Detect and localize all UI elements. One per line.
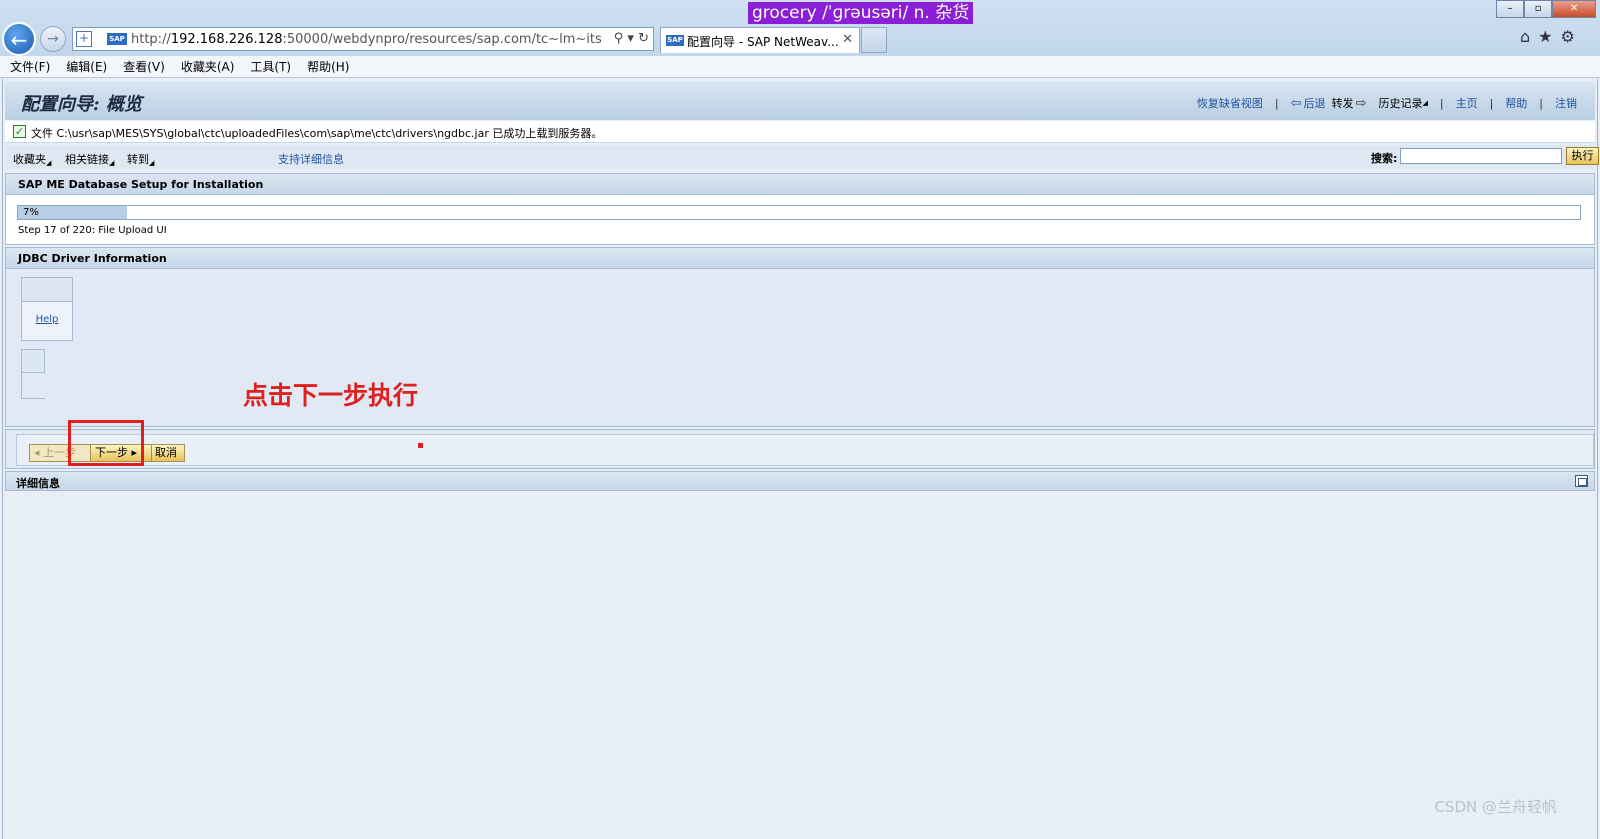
address-tools: ⚲ ▾ ↻ xyxy=(613,31,649,46)
back-arrow-icon: ⇦ xyxy=(1290,95,1302,111)
page-header: 配置向导: 概览 恢复缺省视图 | ⇦ 后退 转发 ⇨ 历史记录 ◢ | 主页 … xyxy=(5,82,1595,120)
back-arrow-icon[interactable]: ← xyxy=(2,22,36,56)
home-icon[interactable]: ⌂ xyxy=(1520,27,1530,46)
header-links: 恢复缺省视图 | ⇦ 后退 转发 ⇨ 历史记录 ◢ | 主页 | 帮助 | 注销 xyxy=(1196,95,1577,111)
empty-box xyxy=(21,349,45,373)
left-triangle-icon: ◂ xyxy=(34,446,40,459)
dropdown-triangle-icon: ◢ xyxy=(1422,99,1428,107)
related-links-menu[interactable]: 相关链接◢ xyxy=(65,151,114,167)
details-panel xyxy=(5,491,1595,837)
page-toolbar: 收藏夹◢ 相关链接◢ 转到◢ 支持详细信息 搜索: 执行 xyxy=(5,145,1599,169)
browser-title-bar: grocery /ˈɡrəusəri/ n. 杂货 – ▫ ✕ ← → + SA… xyxy=(0,0,1600,78)
window-controls: – ▫ ✕ xyxy=(1496,0,1596,18)
compat-view-icon[interactable]: + xyxy=(76,31,92,47)
jdbc-panel-title: JDBC Driver Information xyxy=(5,247,1595,269)
address-bar[interactable]: + SAP http://192.168.226.128:50000/webdy… xyxy=(72,27,654,51)
sap-favicon: SAP xyxy=(107,33,127,45)
dictionary-popup: grocery /ˈɡrəusəri/ n. 杂货 xyxy=(748,2,974,24)
browser-tab[interactable]: SAP 配置向导 - SAP NetWeav... ✕ xyxy=(660,27,860,53)
logoff-link[interactable]: 注销 xyxy=(1555,95,1577,111)
close-window-button[interactable]: ✕ xyxy=(1552,0,1596,18)
annotation-dot xyxy=(418,443,423,448)
cancel-button[interactable]: 取消 xyxy=(151,444,185,462)
history-link[interactable]: 历史记录 xyxy=(1378,95,1422,111)
wizard-nav-panel: ◂ 上一步 下一步 ▸ 取消 xyxy=(5,429,1595,469)
favorites-menu[interactable]: 收藏夹◢ xyxy=(13,151,51,167)
wizard-nav-inner: ◂ 上一步 下一步 ▸ 取消 xyxy=(16,434,1594,466)
help-box-header xyxy=(22,278,72,302)
url-text[interactable]: http://192.168.226.128:50000/webdynpro/r… xyxy=(131,32,601,47)
goto-menu[interactable]: 转到◢ xyxy=(127,151,154,167)
restore-view-link[interactable]: 恢复缺省视图 xyxy=(1197,95,1263,111)
dropdown-triangle-icon: ◢ xyxy=(149,159,155,167)
back-link[interactable]: 后退 xyxy=(1304,95,1326,111)
setup-panel-title: SAP ME Database Setup for Installation xyxy=(5,173,1595,195)
forward-link[interactable]: 转发 xyxy=(1332,95,1354,111)
forward-arrow-icon: ⇨ xyxy=(1355,95,1367,111)
sap-favicon: SAP xyxy=(666,35,684,46)
browser-toolbar-icons: ⌂ ★ ⚙ xyxy=(1520,27,1575,46)
search-label: 搜索: xyxy=(1371,152,1398,165)
empty-frame xyxy=(21,373,45,399)
menu-tools[interactable]: 工具(T) xyxy=(250,56,291,77)
help-link[interactable]: 帮助 xyxy=(1505,95,1527,111)
dropdown-triangle-icon: ◢ xyxy=(46,159,52,167)
annotation-text: 点击下一步执行 xyxy=(243,381,419,410)
watermark: CSDN @兰舟轻帆 xyxy=(1434,798,1557,816)
message-text: 文件 C:\usr\sap\MES\SYS\global\ctc\uploade… xyxy=(31,127,603,140)
close-icon[interactable]: ✕ xyxy=(842,32,853,47)
maximize-button[interactable]: ▫ xyxy=(1524,0,1553,18)
support-details-link[interactable]: 支持详细信息 xyxy=(278,151,344,167)
search-icon[interactable]: ⚲ xyxy=(614,31,624,46)
new-tab-button[interactable] xyxy=(861,27,887,53)
menu-favorites[interactable]: 收藏夹(A) xyxy=(181,56,235,77)
help-box: Help xyxy=(21,277,73,341)
dropdown-triangle-icon: ◢ xyxy=(109,159,115,167)
step-text: Step 17 of 220: File Upload UI xyxy=(18,225,167,236)
annotation-highlight-box xyxy=(68,420,144,466)
setup-panel: 7% Step 17 of 220: File Upload UI xyxy=(5,195,1595,245)
gear-icon[interactable]: ⚙ xyxy=(1561,27,1575,46)
refresh-icon[interactable]: ↻ xyxy=(638,31,649,46)
maximize-icon[interactable] xyxy=(1575,475,1588,487)
page-title: 配置向导: 概览 xyxy=(21,94,142,115)
progress-bar: 7% xyxy=(17,205,1581,220)
help-link[interactable]: Help xyxy=(22,314,72,325)
success-check-icon: ✓ xyxy=(13,125,26,138)
tab-title: 配置向导 - SAP NetWeav... xyxy=(687,35,839,49)
progress-label: 7% xyxy=(23,207,39,218)
message-bar: ✓ 文件 C:\usr\sap\MES\SYS\global\ctc\uploa… xyxy=(5,121,1595,143)
minimize-button[interactable]: – xyxy=(1496,0,1525,18)
menu-bar: 文件(F) 编辑(E) 查看(V) 收藏夹(A) 工具(T) 帮助(H) xyxy=(0,56,1600,78)
details-title: 详细信息 xyxy=(16,477,60,490)
home-link[interactable]: 主页 xyxy=(1456,95,1478,111)
search-input[interactable] xyxy=(1400,148,1562,164)
menu-file[interactable]: 文件(F) xyxy=(10,56,50,77)
menu-help[interactable]: 帮助(H) xyxy=(307,56,349,77)
details-panel-title: 详细信息 xyxy=(5,471,1595,491)
menu-view[interactable]: 查看(V) xyxy=(123,56,165,77)
forward-arrow-icon[interactable]: → xyxy=(40,26,66,52)
menu-edit[interactable]: 编辑(E) xyxy=(66,56,107,77)
execute-button[interactable]: 执行 xyxy=(1566,147,1599,165)
sap-page: 配置向导: 概览 恢复缺省视图 | ⇦ 后退 转发 ⇨ 历史记录 ◢ | 主页 … xyxy=(2,79,1599,839)
star-icon[interactable]: ★ xyxy=(1538,27,1552,46)
